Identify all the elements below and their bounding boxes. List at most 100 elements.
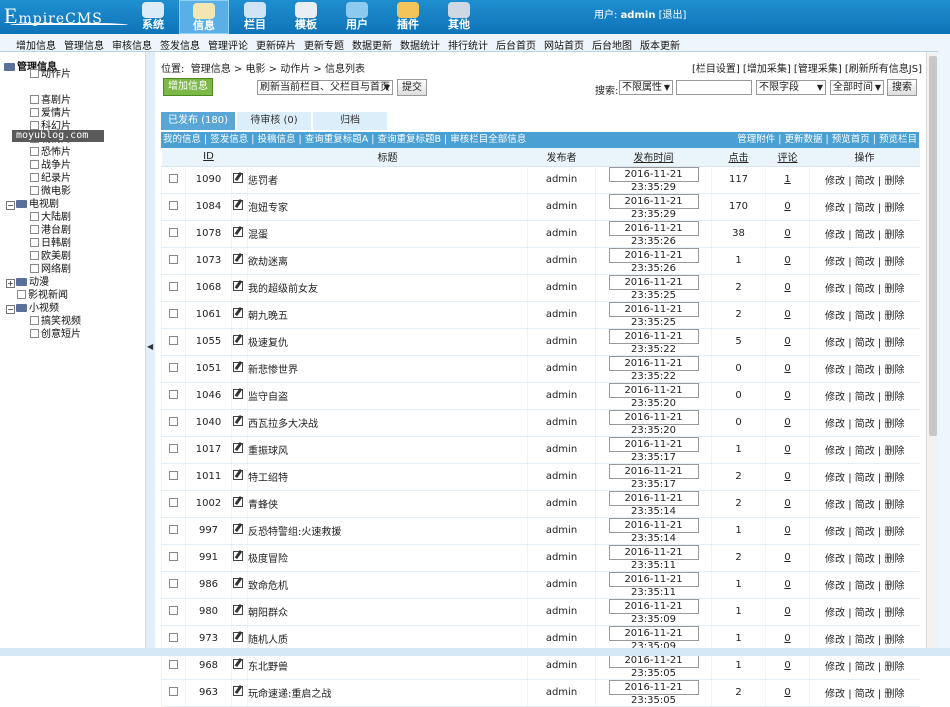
edit-icon[interactable] (232, 226, 243, 237)
edit-icon[interactable] (232, 388, 243, 399)
row-actions[interactable]: 修改 | 简改 | 删除 (809, 220, 920, 248)
edit-icon[interactable] (232, 199, 243, 210)
edit-icon[interactable] (232, 496, 243, 507)
add-info-button[interactable]: 增加信息 (163, 78, 213, 96)
row-checkbox[interactable] (169, 632, 178, 642)
row-checkbox[interactable] (169, 254, 178, 264)
menu-item[interactable]: 网站首页 (544, 37, 584, 52)
search-input[interactable] (676, 80, 752, 95)
edit-icon[interactable] (232, 658, 243, 669)
nav-notepad[interactable]: 信息 (179, 0, 229, 34)
edit-icon[interactable] (232, 685, 243, 696)
edit-icon[interactable] (232, 253, 243, 264)
row-title[interactable]: 玩命速递:重启之战 (248, 689, 331, 700)
menu-item[interactable]: 后台地图 (592, 37, 632, 52)
row-comments[interactable]: 0 (784, 606, 790, 617)
logout-link[interactable]: [退出] (659, 10, 687, 21)
col-id[interactable]: ID (185, 148, 232, 167)
row-comments[interactable]: 0 (784, 282, 790, 293)
edit-icon[interactable] (232, 334, 243, 345)
row-actions[interactable]: 修改 | 简改 | 删除 (809, 463, 920, 491)
menu-item[interactable]: 增加信息 (16, 37, 56, 52)
row-title[interactable]: 泡妞专家 (248, 203, 288, 214)
row-actions[interactable]: 修改 | 简改 | 删除 (809, 409, 920, 437)
row-title[interactable]: 新悲惨世界 (248, 365, 298, 376)
row-checkbox[interactable] (169, 605, 178, 615)
row-title[interactable]: 极度冒险 (248, 554, 288, 565)
tab-published[interactable]: 已发布 (180) (161, 112, 235, 130)
row-checkbox[interactable] (169, 578, 178, 588)
row-comments[interactable]: 0 (784, 255, 790, 266)
row-title[interactable]: 随机人质 (248, 635, 288, 646)
col-comments[interactable]: 评论 (765, 148, 810, 167)
row-title[interactable]: 特工绍特 (248, 473, 288, 484)
menu-item[interactable]: 排行统计 (448, 37, 488, 52)
nav-globe[interactable]: 系统 (128, 0, 178, 34)
row-checkbox[interactable] (169, 227, 178, 237)
row-title[interactable]: 我的超级前女友 (248, 284, 318, 295)
menu-item[interactable]: 更新碎片 (256, 37, 296, 52)
edit-icon[interactable] (232, 280, 243, 291)
row-actions[interactable]: 修改 | 简改 | 删除 (809, 355, 920, 383)
edit-icon[interactable] (232, 523, 243, 534)
row-actions[interactable]: 修改 | 简改 | 删除 (809, 166, 920, 194)
scroll-thumb[interactable] (929, 56, 937, 436)
edit-icon[interactable] (232, 307, 243, 318)
row-checkbox[interactable] (169, 416, 178, 426)
row-title[interactable]: 欲劫迷离 (248, 257, 288, 268)
row-title[interactable]: 反恐特警组:火速救援 (248, 527, 341, 538)
row-checkbox[interactable] (169, 173, 178, 183)
row-actions[interactable]: 修改 | 简改 | 删除 (809, 517, 920, 545)
top-links[interactable]: [栏目设置] [增加采集] [管理采集] [刷新所有信息JS] (692, 60, 922, 75)
row-checkbox[interactable] (169, 335, 178, 345)
row-comments[interactable]: 0 (784, 228, 790, 239)
row-comments[interactable]: 0 (784, 498, 790, 509)
row-comments[interactable]: 0 (784, 309, 790, 320)
row-actions[interactable]: 修改 | 简改 | 删除 (809, 193, 920, 221)
row-comments[interactable]: 0 (784, 471, 790, 482)
row-checkbox[interactable] (169, 686, 178, 696)
col-time[interactable]: 发布时间 (595, 148, 712, 167)
row-comments[interactable]: 0 (784, 525, 790, 536)
menu-item[interactable]: 数据统计 (400, 37, 440, 52)
row-comments[interactable]: 0 (784, 633, 790, 644)
row-title[interactable]: 惩罚者 (248, 176, 278, 187)
sub-links-right[interactable]: 管理附件 | 更新数据 | 预览首页 | 预览栏目 (737, 132, 917, 148)
edit-icon[interactable] (232, 415, 243, 426)
row-comments[interactable]: 0 (784, 363, 790, 374)
row-actions[interactable]: 修改 | 简改 | 删除 (809, 598, 920, 626)
row-comments[interactable]: 0 (784, 687, 790, 698)
row-comments[interactable]: 1 (784, 174, 790, 185)
submit-button[interactable]: 提交 (397, 79, 427, 96)
edit-icon[interactable] (232, 631, 243, 642)
edit-icon[interactable] (232, 604, 243, 615)
col-clicks[interactable]: 点击 (711, 148, 766, 167)
row-checkbox[interactable] (169, 524, 178, 534)
row-title[interactable]: 监守自盗 (248, 392, 288, 403)
row-actions[interactable]: 修改 | 简改 | 删除 (809, 679, 920, 707)
nav-plugin[interactable]: 插件 (383, 0, 433, 34)
row-title[interactable]: 西瓦拉多大决战 (248, 419, 318, 430)
edit-icon[interactable] (232, 172, 243, 183)
row-actions[interactable]: 修改 | 简改 | 删除 (809, 247, 920, 275)
field-select[interactable]: 不限字段 ▼ (756, 80, 826, 95)
attribute-select[interactable]: 不限属性 ▼ (619, 80, 673, 95)
collapse-icon[interactable]: − (6, 305, 15, 314)
menu-item[interactable]: 更新专题 (304, 37, 344, 52)
row-comments[interactable]: 0 (784, 201, 790, 212)
tab-archive[interactable]: 归档 (313, 112, 387, 130)
menu-item[interactable]: 后台首页 (496, 37, 536, 52)
collapse-toggle[interactable]: ◀ (146, 52, 155, 648)
row-actions[interactable]: 修改 | 简改 | 删除 (809, 382, 920, 410)
row-title[interactable]: 致命危机 (248, 581, 288, 592)
vertical-scrollbar[interactable] (926, 52, 938, 648)
row-comments[interactable]: 0 (784, 579, 790, 590)
row-actions[interactable]: 修改 | 简改 | 删除 (809, 571, 920, 599)
row-actions[interactable]: 修改 | 简改 | 删除 (809, 490, 920, 518)
row-actions[interactable]: 修改 | 简改 | 删除 (809, 328, 920, 356)
menu-item[interactable]: 数据更新 (352, 37, 392, 52)
collapse-icon[interactable]: − (6, 201, 15, 210)
row-checkbox[interactable] (169, 659, 178, 669)
edit-icon[interactable] (232, 469, 243, 480)
tree-item[interactable]: 动作片 (30, 65, 71, 80)
